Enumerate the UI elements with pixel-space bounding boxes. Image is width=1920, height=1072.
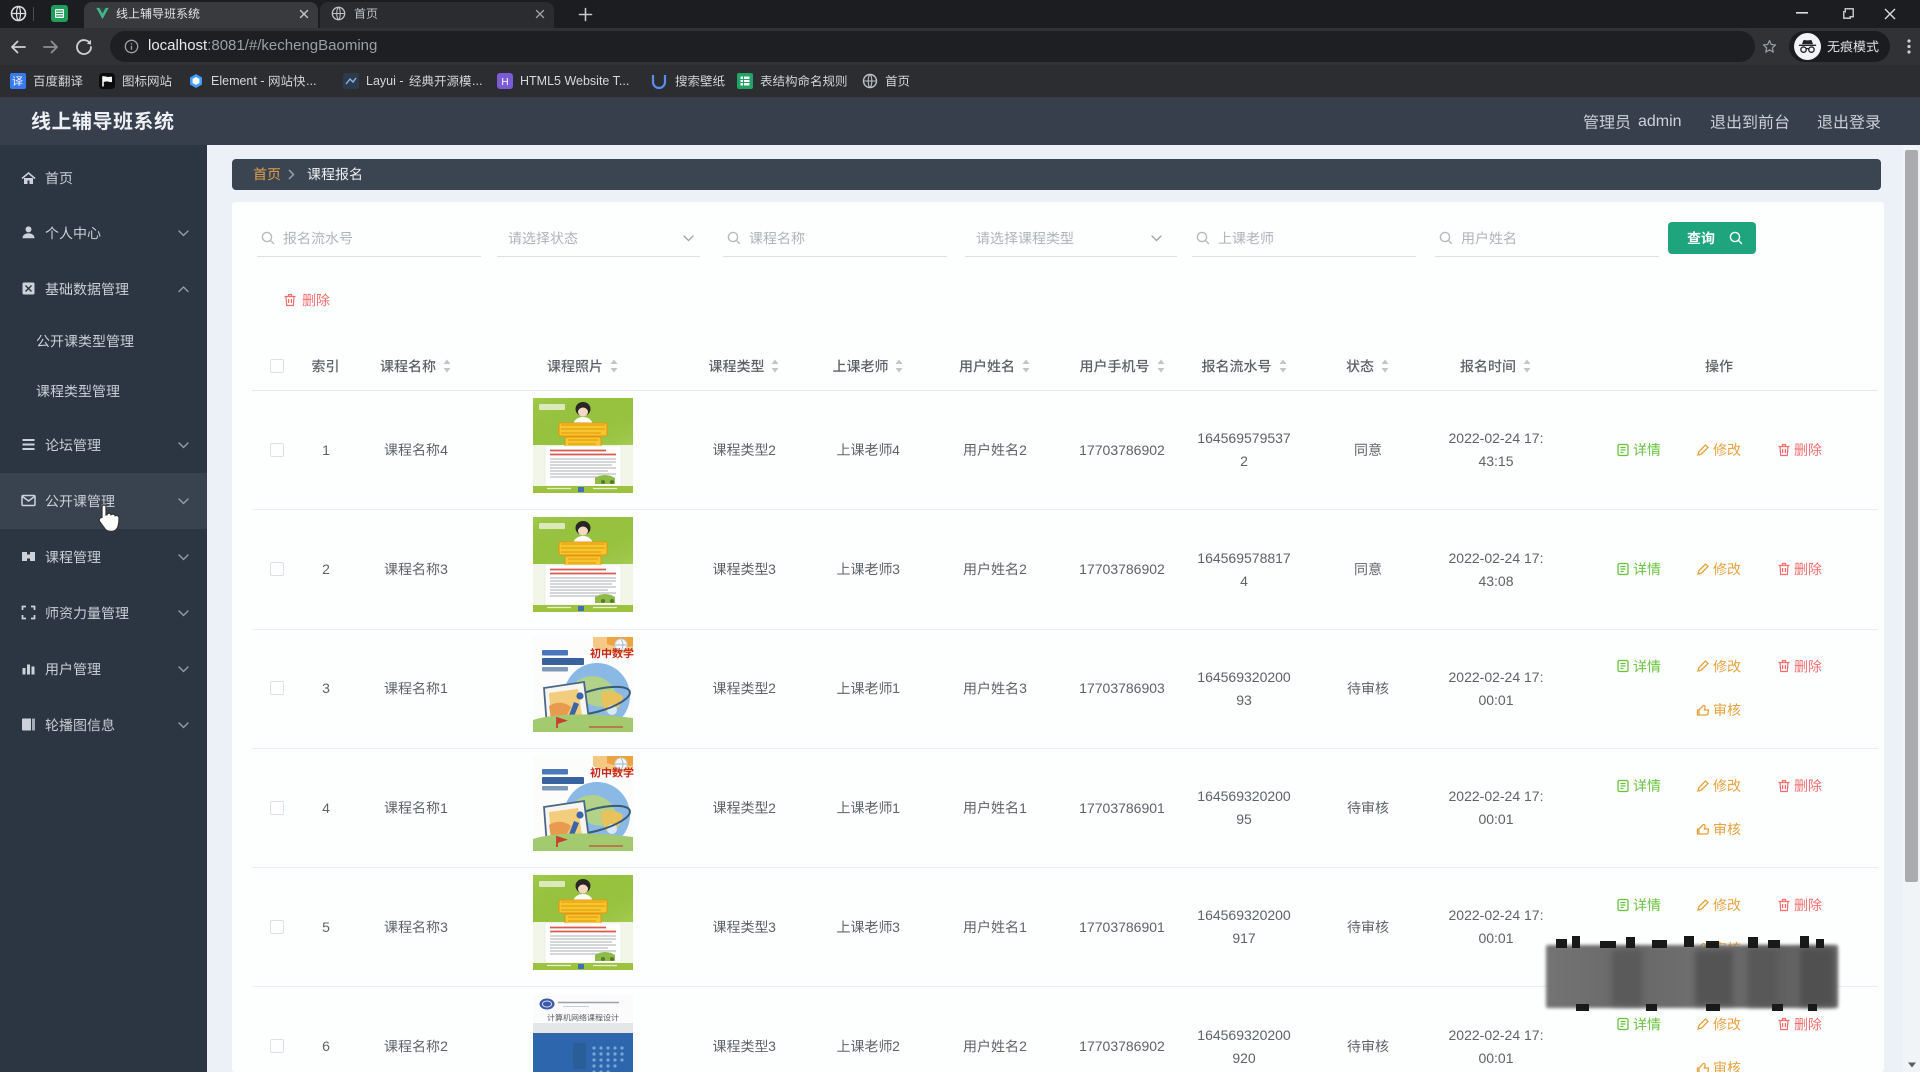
svg-text:H: H xyxy=(501,77,508,88)
